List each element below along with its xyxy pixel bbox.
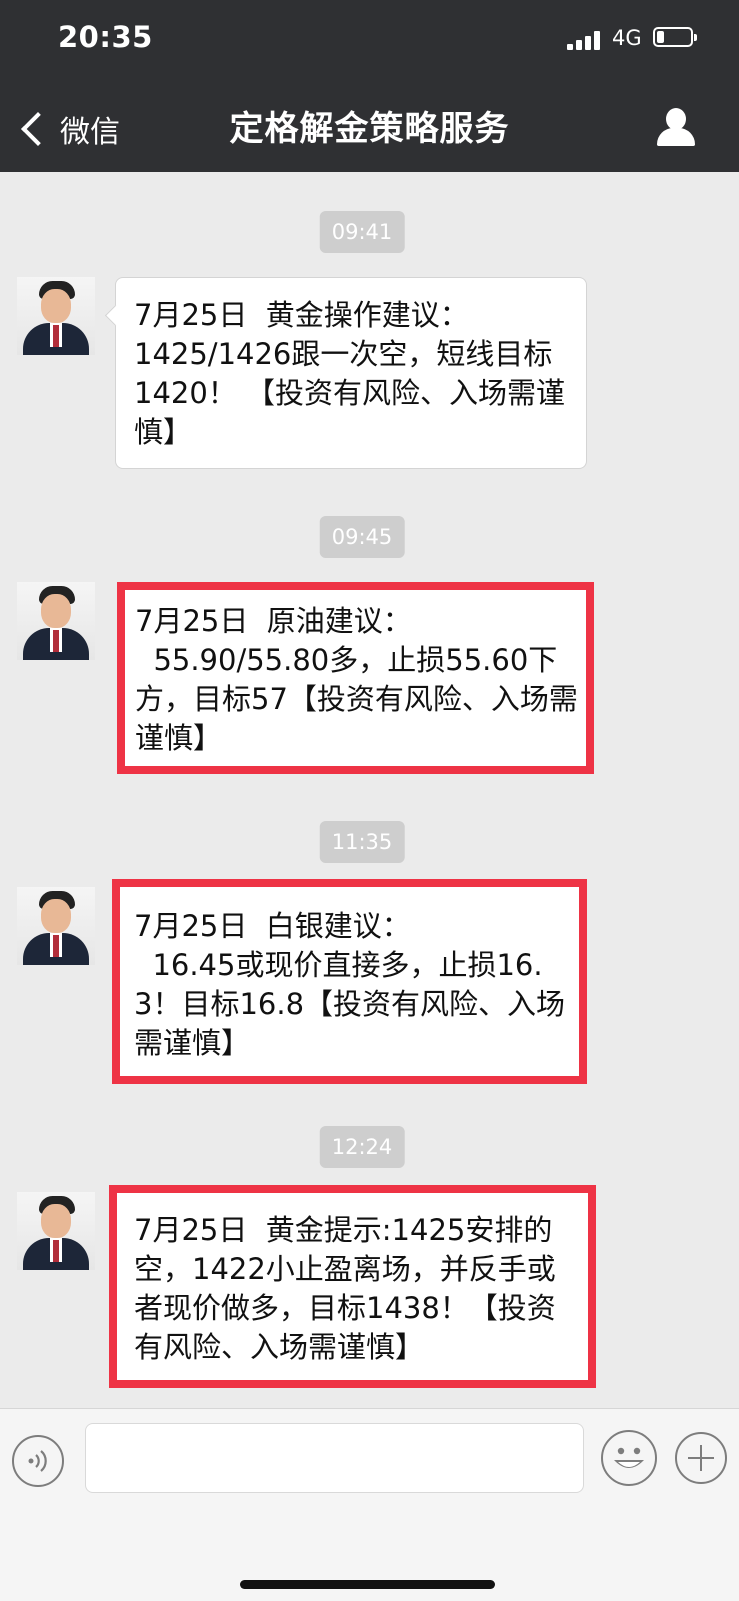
voice-button[interactable] (12, 1435, 64, 1487)
signal-icon (567, 30, 603, 50)
battery-icon (653, 27, 697, 47)
message-bubble[interactable]: 7月25日 黄金操作建议： 1425/1426跟一次空，短线目标1420！ 【投… (115, 277, 587, 469)
chat-title: 定格解金策略服务 (229, 109, 510, 149)
plus-icon[interactable] (675, 1432, 727, 1484)
message-time: 09:45 (319, 516, 405, 558)
message-bubble[interactable]: 7月25日 白银建议： 16.45或现价直接多，止损16.3！目标16.8【投资… (112, 879, 587, 1084)
message-text: 7月25日 白银建议： 16.45或现价直接多，止损16.3！目标16.8【投资… (134, 909, 566, 1060)
top-bar: 20:35 4G 微信 定格解金策略服务 (0, 0, 739, 172)
message-bubble[interactable]: 7月25日 原油建议： 55.90/55.80多，止损55.60下方，目标57【… (117, 582, 594, 774)
input-bar (0, 1408, 739, 1601)
message-text: 7月25日 原油建议： 55.90/55.80多，止损55.60下方，目标57【… (135, 604, 578, 755)
message-time: 12:24 (319, 1126, 405, 1168)
status-time: 20:35 (58, 20, 153, 54)
network-label: 4G (612, 26, 642, 50)
avatar[interactable] (17, 1192, 95, 1270)
message-text: 7月25日 黄金操作建议： 1425/1426跟一次空，短线目标1420！ 【投… (134, 298, 566, 449)
home-indicator (240, 1580, 495, 1589)
emoji-icon (614, 1447, 644, 1468)
avatar[interactable] (17, 887, 95, 965)
message-time: 09:41 (319, 211, 405, 253)
voice-icon (28, 1450, 47, 1472)
message-bubble[interactable]: 7月25日 黄金提示:1425安排的空，1422小止盈离场，并反手或者现价做多，… (109, 1185, 596, 1388)
emoji-button[interactable] (601, 1430, 657, 1486)
avatar[interactable] (17, 277, 95, 355)
message-time: 11:35 (319, 821, 405, 863)
message-text: 7月25日 黄金提示:1425安排的空，1422小止盈离场，并反手或者现价做多，… (134, 1213, 556, 1364)
avatar[interactable] (17, 582, 95, 660)
profile-icon[interactable] (656, 108, 696, 148)
message-input[interactable] (85, 1423, 584, 1493)
